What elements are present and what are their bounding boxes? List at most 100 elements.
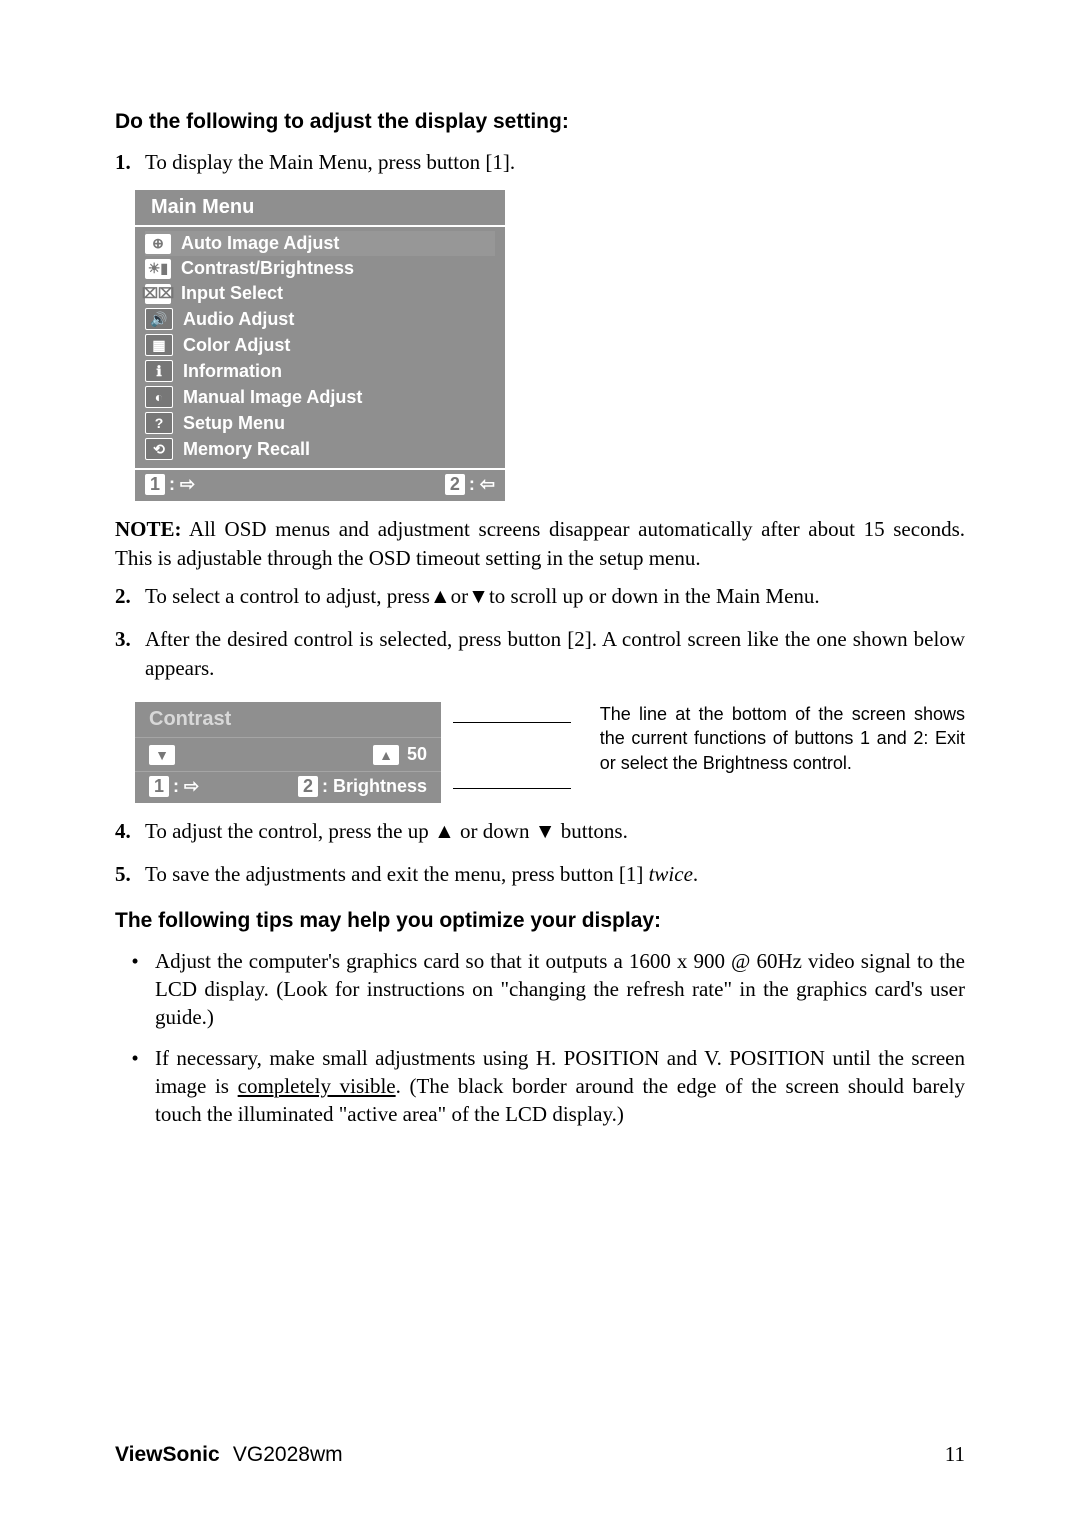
setup-menu-icon: ? (145, 412, 173, 434)
information-icon: ℹ (145, 360, 173, 382)
key-1-box: 1 (145, 474, 165, 495)
osd-item-audio-adjust: 🔊 Audio Adjust (145, 306, 495, 332)
step-2-body: To select a control to adjust, press▲or▼… (145, 582, 965, 611)
tips-list: • Adjust the computer's graphics card so… (115, 947, 965, 1129)
osd-item-memory-recall: ⟲ Memory Recall (145, 436, 495, 462)
color-adjust-icon: ▦ (145, 334, 173, 356)
osd-item-input-select: ⌧⌧ Input Select (145, 281, 495, 306)
osd-main-menu: Main Menu ⊕ Auto Image Adjust ☀▮ Contras… (135, 190, 505, 501)
tip-1-body: Adjust the computer's graphics card so t… (155, 947, 965, 1032)
page-footer: ViewSonic VG2028wm 11 (115, 1442, 965, 1467)
step-4-text-a: To adjust the control, press the up (145, 819, 434, 843)
osd-contrast-control-row: ▼ ▲ 50 (135, 737, 441, 771)
step-2-text-a: To select a control to adjust, press (145, 584, 430, 608)
figure-caption: The line at the bottom of the screen sho… (600, 702, 965, 775)
step-4-text-c: buttons. (556, 819, 628, 843)
osd-item-label: Color Adjust (183, 335, 290, 356)
tip-bullet-icon: • (115, 947, 155, 1032)
step-3: 3. After the desired control is selected… (115, 625, 965, 682)
memory-recall-icon: ⟲ (145, 438, 173, 460)
osd-contrast-figure: Contrast ▼ ▲ 50 1 : ⇨ 2 : Brightness (135, 702, 965, 803)
osd-main-menu-figure: Main Menu ⊕ Auto Image Adjust ☀▮ Contras… (135, 190, 965, 501)
audio-adjust-icon: 🔊 (145, 308, 173, 330)
osd-main-menu-title: Main Menu (135, 190, 505, 227)
osd-item-label: Auto Image Adjust (181, 233, 339, 254)
heading-optimize-tips: The following tips may help you optimize… (115, 909, 965, 933)
contrast-brightness-icon: ☀▮ (145, 259, 171, 279)
osd-item-label: Memory Recall (183, 439, 310, 460)
osd-item-color-adjust: ▦ Color Adjust (145, 332, 495, 358)
note-body: All OSD menus and adjustment screens dis… (115, 517, 965, 569)
osd-item-auto-image-adjust: ⊕ Auto Image Adjust (145, 231, 495, 256)
osd-item-manual-image-adjust: ◐ Manual Image Adjust (145, 384, 495, 410)
note-lead: NOTE: (115, 517, 182, 541)
osd-item-information: ℹ Information (145, 358, 495, 384)
step-3-body: After the desired control is selected, p… (145, 625, 965, 682)
osd-contrast-footer: 1 : ⇨ 2 : Brightness (135, 771, 441, 803)
osd-contrast-key-1: 1 : ⇨ (149, 776, 199, 797)
key-2-glyph: : ⇦ (469, 474, 495, 495)
step-5: 5. To save the adjustments and exit the … (115, 860, 965, 888)
contrast-key-2-label: : Brightness (322, 776, 427, 797)
step-2: 2. To select a control to adjust, press▲… (115, 582, 965, 611)
osd-contrast-value: 50 (407, 744, 427, 765)
step-5-body: To save the adjustments and exit the men… (145, 860, 965, 888)
triangle-down-icon: ▼ (468, 585, 489, 608)
osd-contrast-title: Contrast (135, 702, 441, 737)
triangle-up-icon: ▲ (434, 820, 455, 843)
key-2-box: 2 (445, 474, 465, 495)
osd-item-label: Contrast/Brightness (181, 258, 354, 279)
osd-item-label: Input Select (181, 283, 283, 304)
tip-bullet-icon: • (115, 1044, 155, 1129)
contrast-key-1-box: 1 (149, 776, 169, 797)
step-4-body: To adjust the control, press the up ▲ or… (145, 817, 965, 846)
triangle-up-button-icon: ▲ (373, 745, 399, 765)
osd-footer-key-2: 2 : ⇦ (445, 474, 495, 495)
document-page: Do the following to adjust the display s… (0, 0, 1080, 1527)
footer-page-number: 11 (945, 1442, 965, 1467)
step-4-text-b: or down (455, 819, 535, 843)
osd-contrast-panel: Contrast ▼ ▲ 50 1 : ⇨ 2 : Brightness (135, 702, 441, 803)
step-1: 1. To display the Main Menu, press butto… (115, 148, 965, 176)
input-select-icon: ⌧⌧ (145, 284, 171, 304)
step-2-number: 2. (115, 582, 145, 611)
connector-line-bottom (453, 788, 571, 789)
osd-item-label: Setup Menu (183, 413, 285, 434)
osd-item-contrast-brightness: ☀▮ Contrast/Brightness (145, 256, 495, 281)
osd-footer-key-1: 1 : ⇨ (145, 474, 195, 495)
osd-main-menu-items: ⊕ Auto Image Adjust ☀▮ Contrast/Brightne… (135, 227, 505, 468)
tip-2-underline: completely visible (238, 1074, 396, 1098)
note-osd-timeout: NOTE: All OSD menus and adjustment scree… (115, 515, 965, 572)
tip-2: • If necessary, make small adjustments u… (115, 1044, 965, 1129)
footer-model: VG2028wm (233, 1443, 343, 1466)
triangle-down-icon: ▼ (535, 820, 556, 843)
osd-item-setup-menu: ? Setup Menu (145, 410, 495, 436)
step-5-text-a: To save the adjustments and exit the men… (145, 862, 649, 886)
osd-main-menu-footer: 1 : ⇨ 2 : ⇦ (135, 468, 505, 501)
step-5-twice: twice (649, 862, 693, 886)
osd-item-label: Audio Adjust (183, 309, 294, 330)
tip-1: • Adjust the computer's graphics card so… (115, 947, 965, 1032)
osd-contrast-key-2: 2 : Brightness (298, 776, 427, 797)
step-2-text-c: to scroll up or down in the Main Menu. (489, 584, 820, 608)
triangle-up-icon: ▲ (430, 585, 451, 608)
osd-contrast-right: ▲ 50 (373, 744, 427, 765)
heading-adjust-display: Do the following to adjust the display s… (115, 110, 965, 134)
key-1-glyph: : ⇨ (169, 474, 195, 495)
step-5-number: 5. (115, 860, 145, 888)
tip-2-body: If necessary, make small adjustments usi… (155, 1044, 965, 1129)
contrast-key-1-glyph: : ⇨ (173, 776, 199, 797)
footer-brand: ViewSonic (115, 1443, 220, 1466)
step-5-text-c: . (693, 862, 698, 886)
manual-image-adjust-icon: ◐ (145, 386, 173, 408)
triangle-down-button-icon: ▼ (149, 745, 175, 765)
step-1-body: To display the Main Menu, press button [… (145, 148, 965, 176)
step-1-number: 1. (115, 148, 145, 176)
step-4: 4. To adjust the control, press the up ▲… (115, 817, 965, 846)
contrast-key-2-box: 2 (298, 776, 318, 797)
footer-left: ViewSonic VG2028wm (115, 1442, 343, 1467)
step-4-number: 4. (115, 817, 145, 846)
step-3-number: 3. (115, 625, 145, 682)
step-2-text-b: or (451, 584, 469, 608)
auto-image-adjust-icon: ⊕ (145, 234, 171, 254)
